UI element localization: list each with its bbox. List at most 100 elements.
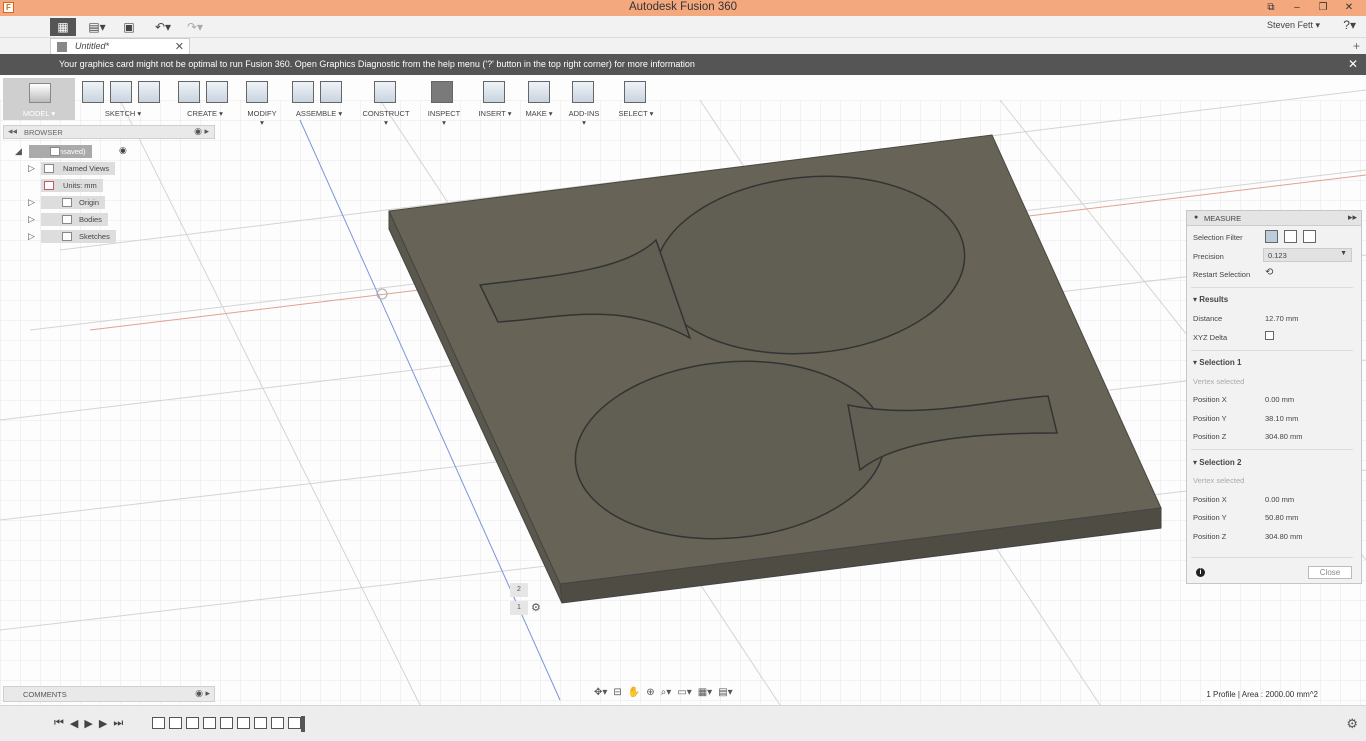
- modify-menu[interactable]: MODIFY ▾: [246, 78, 278, 127]
- pan-hand-icon[interactable]: ✋: [628, 687, 640, 698]
- precision-value: 0.123: [1268, 251, 1287, 260]
- sketch-menu[interactable]: SKETCH ▾: [82, 78, 164, 120]
- tree-root-item[interactable]: ◢ ♀ (Unsaved) ◉: [3, 145, 143, 158]
- selection1-section[interactable]: ▾ Selection 1: [1193, 358, 1242, 367]
- press-pull-icon[interactable]: [246, 81, 268, 103]
- results-section[interactable]: ▾ Results: [1193, 295, 1228, 304]
- timeline-extrude-icon[interactable]: [271, 717, 284, 729]
- insert-menu[interactable]: INSERT ▾: [478, 78, 512, 120]
- restore-window-icon[interactable]: ⧉: [1262, 0, 1280, 15]
- selection2-section[interactable]: ▾ Selection 2: [1193, 458, 1242, 467]
- user-account-menu[interactable]: Steven Fett ▾: [1267, 20, 1320, 31]
- 3d-print-icon[interactable]: [528, 81, 550, 103]
- timeline-extrude-icon[interactable]: [169, 717, 182, 729]
- workspace-model-button[interactable]: MODEL ▾: [3, 78, 75, 120]
- timeline-extrude-icon[interactable]: [203, 717, 216, 729]
- collapse-browser-icon[interactable]: ◂◂: [8, 126, 17, 137]
- measure-header[interactable]: ● MEASURE ▸▸: [1187, 211, 1361, 226]
- zoom-icon[interactable]: ⊕: [646, 687, 654, 698]
- zoom-window-icon[interactable]: ⌕▾: [661, 687, 672, 698]
- tree-item-units[interactable]: Units: mm: [3, 179, 143, 192]
- precision-dropdown[interactable]: 0.123 ▼: [1263, 248, 1352, 262]
- go-to-start-icon[interactable]: ⏮: [54, 717, 64, 730]
- expand-triangle-icon[interactable]: ▷: [28, 231, 35, 242]
- timeline-settings-gear-icon[interactable]: ⚙: [1346, 716, 1358, 732]
- viewports-icon[interactable]: ▤▾: [718, 687, 732, 698]
- help-icon[interactable]: ?▾: [1343, 18, 1356, 32]
- filter-body-icon[interactable]: [1303, 230, 1316, 243]
- undo-icon[interactable]: ↶▾: [150, 18, 176, 36]
- tree-item-bodies[interactable]: ▷ ♀ Bodies: [3, 213, 143, 226]
- browser-pin-icon[interactable]: ◉ ▸: [194, 126, 209, 137]
- gear-icon[interactable]: ⚙: [531, 601, 541, 614]
- close-button[interactable]: Close: [1308, 566, 1352, 579]
- expand-triangle-icon[interactable]: ▷: [28, 214, 35, 225]
- timeline-sketch-icon[interactable]: [220, 717, 233, 729]
- scripts-icon[interactable]: [572, 81, 594, 103]
- new-component-icon[interactable]: [292, 81, 314, 103]
- graphics-warning-banner: Your graphics card might not be optimal …: [0, 54, 1366, 75]
- step-forward-icon[interactable]: ▶: [99, 717, 107, 730]
- xyz-delta-checkbox[interactable]: [1265, 331, 1274, 340]
- assemble-menu[interactable]: ASSEMBLE ▾: [292, 78, 346, 120]
- timeline-sketch-icon[interactable]: [152, 717, 165, 729]
- maximize-button[interactable]: ❐: [1314, 0, 1332, 15]
- filter-face-icon[interactable]: [1265, 230, 1278, 243]
- collapse-triangle-icon[interactable]: ◢: [15, 146, 22, 157]
- inspect-menu[interactable]: INSPECT ▾: [426, 78, 462, 127]
- filter-edge-icon[interactable]: [1284, 230, 1297, 243]
- add-ins-menu[interactable]: ADD-INS ▾: [566, 78, 602, 127]
- save-icon[interactable]: ▣: [120, 18, 138, 36]
- tree-item-named-views[interactable]: ▷ Named Views: [3, 162, 143, 175]
- construct-menu[interactable]: CONSTRUCT ▾: [360, 78, 412, 127]
- timeline-marker[interactable]: [301, 716, 305, 732]
- select-cursor-icon[interactable]: [624, 81, 646, 103]
- grid-settings-icon[interactable]: ▦▾: [698, 687, 712, 698]
- step-back-icon[interactable]: ◀: [70, 717, 78, 730]
- extrude-icon[interactable]: [178, 81, 200, 103]
- expand-dialog-icon[interactable]: ▸▸: [1348, 212, 1357, 223]
- create-sketch-icon[interactable]: [82, 81, 104, 103]
- timeline-extrude-icon[interactable]: [237, 717, 250, 729]
- timeline-extrude-icon[interactable]: [288, 717, 301, 729]
- expand-triangle-icon[interactable]: ▷: [28, 163, 35, 174]
- comments-panel[interactable]: COMMENTS ◉ ▸: [3, 686, 215, 702]
- create-menu-label: CREATE ▾: [187, 109, 223, 118]
- close-tab-icon[interactable]: ✕: [175, 40, 184, 53]
- minimize-button[interactable]: –: [1288, 0, 1306, 15]
- dismiss-banner-icon[interactable]: ✕: [1348, 57, 1358, 71]
- restart-selection-icon[interactable]: ⟲: [1265, 267, 1273, 278]
- joint-icon[interactable]: [320, 81, 342, 103]
- offset-plane-icon[interactable]: [374, 81, 396, 103]
- orbit-icon[interactable]: ✥▾: [594, 687, 607, 698]
- rectangle-icon[interactable]: [138, 81, 160, 103]
- new-tab-icon[interactable]: +: [1353, 39, 1360, 53]
- play-icon[interactable]: ▶: [84, 717, 92, 730]
- redo-icon[interactable]: ↷▾: [182, 18, 208, 36]
- go-to-end-icon[interactable]: ⏭: [113, 717, 123, 730]
- display-settings-icon[interactable]: ▭▾: [677, 687, 691, 698]
- document-tab[interactable]: Untitled* ✕: [50, 38, 190, 54]
- timeline-sketch-icon[interactable]: [186, 717, 199, 729]
- line-icon[interactable]: [110, 81, 132, 103]
- create-menu[interactable]: CREATE ▾: [178, 78, 232, 120]
- file-menu-icon[interactable]: ▤▾: [86, 18, 108, 36]
- tree-item-sketches[interactable]: ▷ ♀ Sketches: [3, 230, 143, 243]
- activate-radio-icon[interactable]: ◉: [119, 145, 127, 156]
- measure-icon[interactable]: [431, 81, 453, 103]
- insert-image-icon[interactable]: [483, 81, 505, 103]
- select-menu[interactable]: SELECT ▾: [618, 78, 654, 120]
- create-form-icon[interactable]: [206, 81, 228, 103]
- make-menu[interactable]: MAKE ▾: [524, 78, 554, 120]
- expand-triangle-icon[interactable]: ▷: [28, 197, 35, 208]
- browser-header[interactable]: ◂◂ BROWSER ◉ ▸: [3, 125, 215, 139]
- close-window-button[interactable]: ✕: [1340, 0, 1358, 15]
- info-icon[interactable]: i: [1196, 568, 1205, 577]
- comments-pin-icon[interactable]: ◉ ▸: [195, 688, 210, 699]
- timeline-sketch-icon[interactable]: [254, 717, 267, 729]
- look-at-icon[interactable]: ⊟: [613, 687, 621, 698]
- main-toolbar: MODEL ▾ SKETCH ▾ CREATE ▾ MODIFY ▾ ASSEM…: [0, 78, 660, 127]
- tree-item-origin[interactable]: ▷ ♀ Origin: [3, 196, 143, 209]
- data-panel-grid-icon[interactable]: ▦: [50, 18, 76, 36]
- title-bar: F Autodesk Fusion 360 ⧉ – ❐ ✕: [0, 0, 1366, 16]
